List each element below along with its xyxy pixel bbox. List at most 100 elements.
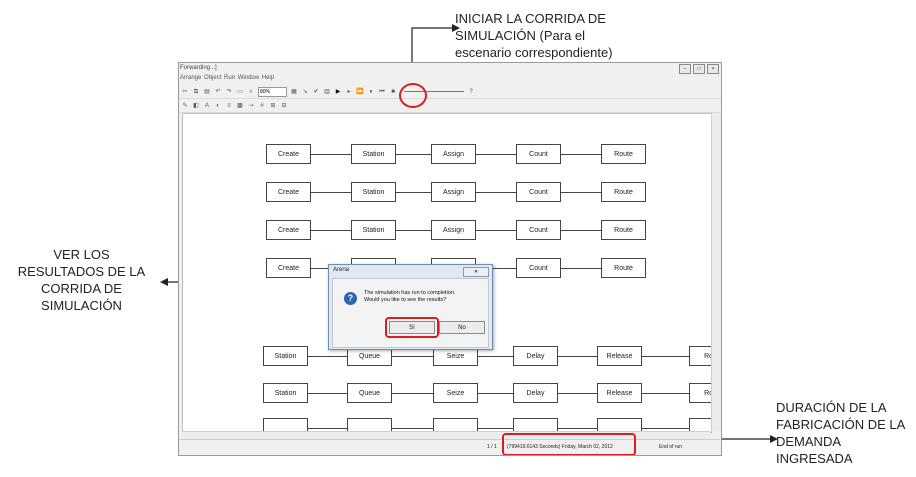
module-station[interactable]: Station [263,346,308,366]
connector[interactable] [642,428,689,429]
model-canvas[interactable]: Create Station Assign Count Route Create Stati… [182,113,712,433]
connector[interactable] [558,428,597,429]
connector[interactable] [476,154,516,155]
connector[interactable] [478,393,513,394]
connector[interactable] [558,393,597,394]
connector[interactable] [476,230,516,231]
connector[interactable] [311,230,351,231]
module-station[interactable]: Station [351,144,396,164]
module-station[interactable]: Station [351,220,396,240]
module-count[interactable]: Count [516,182,561,202]
connector[interactable] [478,428,513,429]
module-release[interactable]: Release [597,383,642,403]
connector[interactable] [476,192,516,193]
no-button[interactable]: No [439,321,485,334]
module-route[interactable]: Route [601,182,646,202]
module-route[interactable]: Route [601,144,646,164]
module-assign[interactable]: Assign [431,182,476,202]
redo-icon[interactable]: ↷ [225,88,233,96]
connector[interactable] [311,154,351,155]
module-assign[interactable]: Assign [431,144,476,164]
connector[interactable] [642,356,689,357]
layer-icon[interactable]: ▦ [290,88,298,96]
dialog-close-button[interactable]: ✕ [463,267,489,277]
connector[interactable] [561,192,601,193]
line-style-icon[interactable]: ≡ [225,102,233,110]
menu-arrange[interactable]: Arrange [180,75,201,81]
grid-icon[interactable]: # [258,102,266,110]
connector[interactable] [311,192,351,193]
check-model-icon[interactable]: ✔ [312,88,320,96]
end-icon[interactable]: ■ [389,88,397,96]
align-icon[interactable]: ⊟ [280,102,288,110]
menu-run[interactable]: Run [224,75,235,81]
connector[interactable] [392,356,433,357]
paste-icon[interactable]: ▤ [203,88,211,96]
connector[interactable] [308,393,347,394]
pause-icon[interactable]: ⏸ [367,88,375,96]
module-station[interactable]: Station [351,182,396,202]
module-assign[interactable]: Assign [431,220,476,240]
dialog-message: The simulation has run to completion. Wo… [364,290,455,304]
connect-icon[interactable]: ↘ [301,88,309,96]
snap-icon[interactable]: ⊞ [269,102,277,110]
connector[interactable] [561,230,601,231]
module-route[interactable]: Route [601,220,646,240]
module-release[interactable]: Release [597,346,642,366]
connector[interactable] [558,356,597,357]
close-button[interactable]: × [707,64,719,74]
connector[interactable] [392,428,433,429]
line-color-icon[interactable]: ✎ [181,102,189,110]
module-count[interactable]: Count [516,220,561,240]
connector[interactable] [396,154,431,155]
copy-icon[interactable]: ⧉ [192,88,200,96]
module-delay[interactable]: Delay [513,346,558,366]
module-create[interactable]: Create [266,258,311,278]
module-station[interactable]: Station [263,383,308,403]
module-rout[interactable]: Rout [689,383,711,403]
connector[interactable] [392,393,433,394]
module-create[interactable]: Create [266,144,311,164]
module-create[interactable]: Create [266,182,311,202]
module-rout[interactable]: Rout [689,346,711,366]
menu-window[interactable]: Window [238,75,259,81]
vertical-scrollbar[interactable] [711,113,721,431]
zoom-select[interactable]: 80% [258,86,287,97]
arrow-style-icon[interactable]: ⇢ [247,102,255,110]
undo-icon[interactable]: ↶ [214,88,222,96]
background-icon[interactable]: ◐ [214,102,222,110]
connector[interactable] [561,268,601,269]
cut-icon[interactable]: ✂ [181,88,189,96]
minimize-button[interactable]: – [679,64,691,74]
run-setup-icon[interactable]: ▥ [323,88,331,96]
fast-forward-icon[interactable]: ⏩ [356,88,364,96]
module-queue[interactable]: Queue [347,383,392,403]
arena-window: Forwarding...] – □ × Arrange Object Run … [178,62,722,456]
connector[interactable] [308,428,347,429]
menu-help[interactable]: Help [262,75,274,81]
zoom-icon[interactable]: ⌕ [247,88,255,96]
go-icon[interactable]: ▶ [334,88,342,96]
fill-pattern-icon[interactable]: ▩ [236,102,244,110]
connector[interactable] [478,356,513,357]
connector[interactable] [308,356,347,357]
connector[interactable] [396,192,431,193]
module-route[interactable]: Route [601,258,646,278]
module-create[interactable]: Create [266,220,311,240]
screen-icon[interactable]: ▭ [236,88,244,96]
status-run-state: End of run [659,444,683,450]
start-over-icon[interactable]: ⏮ [378,88,386,96]
text-color-icon[interactable]: A [203,102,211,110]
connector[interactable] [561,154,601,155]
module-seize[interactable]: Seize [433,383,478,403]
module-delay[interactable]: Delay [513,383,558,403]
fill-color-icon[interactable]: ◧ [192,102,200,110]
maximize-button[interactable]: □ [693,64,705,74]
step-icon[interactable]: ▸ [345,88,353,96]
module-count[interactable]: Count [516,144,561,164]
help-icon[interactable]: ? [467,88,475,96]
module-count[interactable]: Count [516,258,561,278]
connector[interactable] [396,230,431,231]
menu-object[interactable]: Object [204,75,221,81]
connector[interactable] [642,393,689,394]
